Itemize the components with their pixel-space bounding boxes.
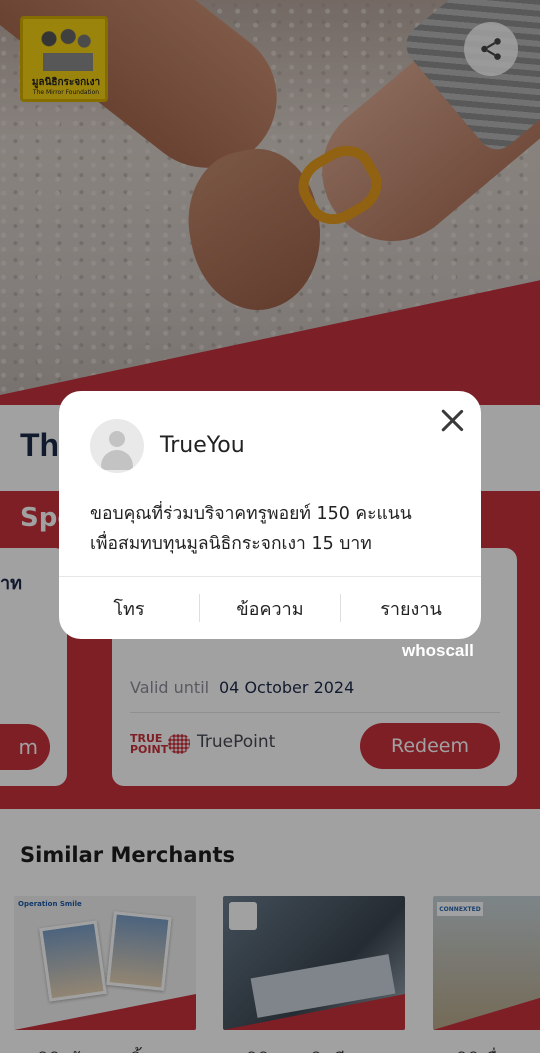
- close-icon[interactable]: [437, 405, 467, 435]
- message-line-1: ขอบคุณที่ร่วมบริจาคทรูพอยท์ 150 คะแนน: [90, 504, 412, 524]
- message-button[interactable]: ข้อความ: [200, 577, 340, 639]
- call-button[interactable]: โทร: [59, 577, 199, 639]
- avatar: [90, 419, 144, 473]
- whoscall-watermark: whoscall: [402, 641, 474, 660]
- person-icon-head: [109, 431, 125, 447]
- sender-name: TrueYou: [160, 433, 245, 458]
- caller-id-dialog: TrueYou ขอบคุณที่ร่วมบริจาคทรูพอยท์ 150 …: [59, 391, 481, 639]
- dialog-actions: โทร ข้อความ รายงาน: [59, 577, 481, 639]
- report-button[interactable]: รายงาน: [341, 577, 481, 639]
- message-line-2: เพื่อสมทบทุนมูลนิธิกระจกเงา 15 บาท: [90, 534, 372, 554]
- dialog-message: ขอบคุณที่ร่วมบริจาคทรูพอยท์ 150 คะแนน เพ…: [90, 499, 450, 559]
- person-icon-body: [101, 450, 133, 470]
